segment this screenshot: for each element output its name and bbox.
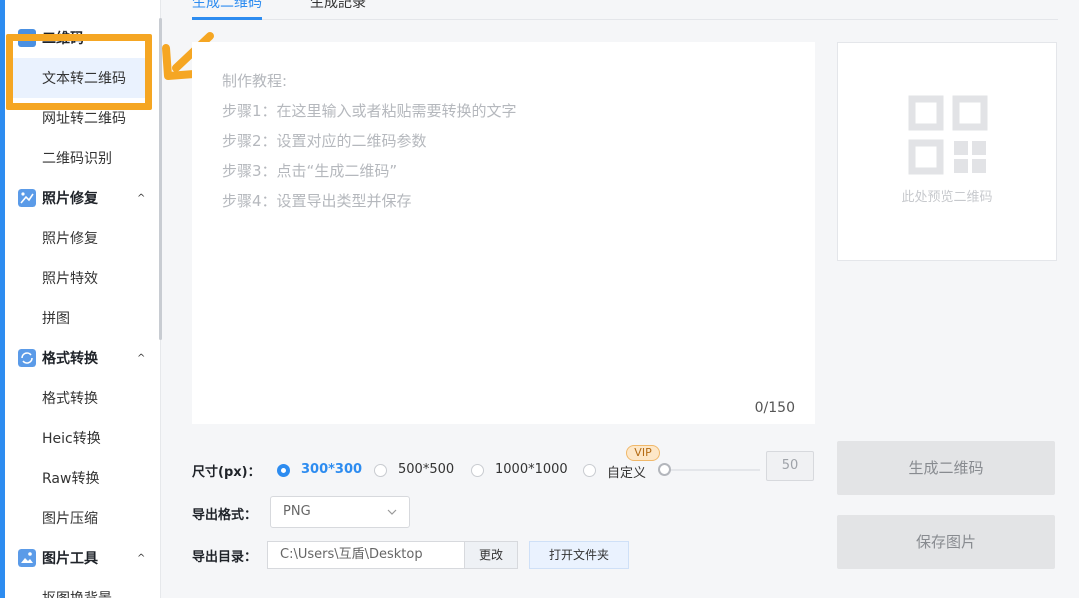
- sidebar-group-label: 图片工具: [42, 551, 98, 567]
- format-select[interactable]: PNG: [270, 496, 410, 528]
- chevron-up-icon: ^: [137, 552, 146, 564]
- size-slider-track[interactable]: [664, 469, 760, 471]
- qr-placeholder-icon: [908, 95, 988, 175]
- dir-label: 导出目录：: [192, 550, 258, 565]
- chevron-down-icon: [387, 509, 397, 515]
- radio-size-300[interactable]: [277, 464, 290, 477]
- radio-size-1000[interactable]: [471, 464, 484, 477]
- format-value: PNG: [283, 504, 311, 519]
- sidebar-item-heic-convert[interactable]: Heic转换: [5, 418, 160, 458]
- size-label: 尺寸(px)：: [192, 465, 261, 480]
- placeholder-line: 制作教程:: [222, 72, 288, 90]
- sidebar-group-label: 格式转换: [42, 351, 98, 367]
- sidebar-item-label: Raw转换: [42, 471, 100, 487]
- char-counter: 0/150: [754, 400, 795, 416]
- sidebar-item-label: 网址转二维码: [42, 111, 126, 127]
- sidebar-group-image-tools[interactable]: 图片工具 ^: [5, 538, 160, 578]
- sidebar-item-raw-convert[interactable]: Raw转换: [5, 458, 160, 498]
- sidebar-item-label: Heic转换: [42, 431, 101, 447]
- sidebar-item-label: 抠图换背景: [42, 588, 112, 598]
- sidebar-item-label: 图片压缩: [42, 511, 98, 527]
- custom-size-input[interactable]: 50: [766, 451, 814, 481]
- qr-preview-panel: 此处预览二维码: [837, 42, 1057, 261]
- radio-size-custom[interactable]: [583, 464, 596, 477]
- text-input-area[interactable]: 制作教程: 步骤1：在这里输入或者粘贴需要转换的文字 步骤2：设置对应的二维码参…: [192, 42, 815, 424]
- sidebar-item-collage[interactable]: 拼图: [5, 298, 160, 338]
- sidebar-group-photo-repair[interactable]: 照片修复 ^: [5, 178, 160, 218]
- highlight-box: [6, 34, 152, 110]
- sidebar-item-label: 照片修复: [42, 231, 98, 247]
- placeholder-line: 步骤2：设置对应的二维码参数: [222, 132, 427, 150]
- sidebar-item-label: 拼图: [42, 311, 70, 327]
- chevron-up-icon: ^: [137, 352, 146, 364]
- sidebar-item-cutout-background[interactable]: 抠图换背景: [5, 578, 160, 598]
- size-500-label[interactable]: 500*500: [398, 462, 454, 477]
- format-label: 导出格式：: [192, 508, 258, 523]
- sidebar-group-format-convert[interactable]: 格式转换 ^: [5, 338, 160, 378]
- image-tools-icon: [18, 549, 36, 567]
- sidebar-item-image-compress[interactable]: 图片压缩: [5, 498, 160, 538]
- generate-qr-button[interactable]: 生成二维码: [837, 441, 1055, 495]
- sidebar-item-label: 照片特效: [42, 271, 98, 287]
- size-300-label[interactable]: 300*300: [301, 462, 362, 477]
- placeholder-line: 步骤1：在这里输入或者粘贴需要转换的文字: [222, 102, 517, 120]
- size-slider-thumb[interactable]: [658, 463, 671, 476]
- tab-generate-records[interactable]: 生成記录: [310, 0, 366, 12]
- placeholder-line: 步骤4：设置导出类型并保存: [222, 192, 412, 210]
- vip-badge: VIP: [626, 445, 660, 461]
- radio-size-500[interactable]: [374, 464, 387, 477]
- save-image-button[interactable]: 保存图片: [837, 515, 1055, 569]
- tab-bar: 生成二维码 生成記录: [192, 0, 1058, 20]
- sidebar-item-format-convert[interactable]: 格式转换: [5, 378, 160, 418]
- tab-generate-qr[interactable]: 生成二维码: [192, 0, 262, 12]
- active-tab-underline: [192, 17, 262, 20]
- open-folder-button[interactable]: 打开文件夹: [529, 541, 629, 569]
- size-1000-label[interactable]: 1000*1000: [495, 462, 568, 477]
- sidebar-item-photo-effects[interactable]: 照片特效: [5, 258, 160, 298]
- sidebar-item-qr-recognize[interactable]: 二维码识别: [5, 138, 160, 178]
- chevron-up-icon: ^: [137, 192, 146, 204]
- placeholder-line: 步骤3：点击“生成二维码”: [222, 162, 398, 180]
- sidebar-group-label: 照片修复: [42, 191, 98, 207]
- sidebar-item-photo-repair[interactable]: 照片修复: [5, 218, 160, 258]
- change-dir-button[interactable]: 更改: [464, 541, 518, 569]
- photo-repair-icon: [18, 189, 36, 207]
- export-dir-input[interactable]: C:\Users\互盾\Desktop: [267, 541, 465, 569]
- format-convert-icon: [18, 349, 36, 367]
- preview-caption: 此处预览二维码: [901, 190, 993, 205]
- sidebar-item-label: 格式转换: [42, 391, 98, 407]
- size-custom-label[interactable]: 自定义: [607, 462, 646, 481]
- sidebar-item-label: 二维码识别: [42, 151, 112, 167]
